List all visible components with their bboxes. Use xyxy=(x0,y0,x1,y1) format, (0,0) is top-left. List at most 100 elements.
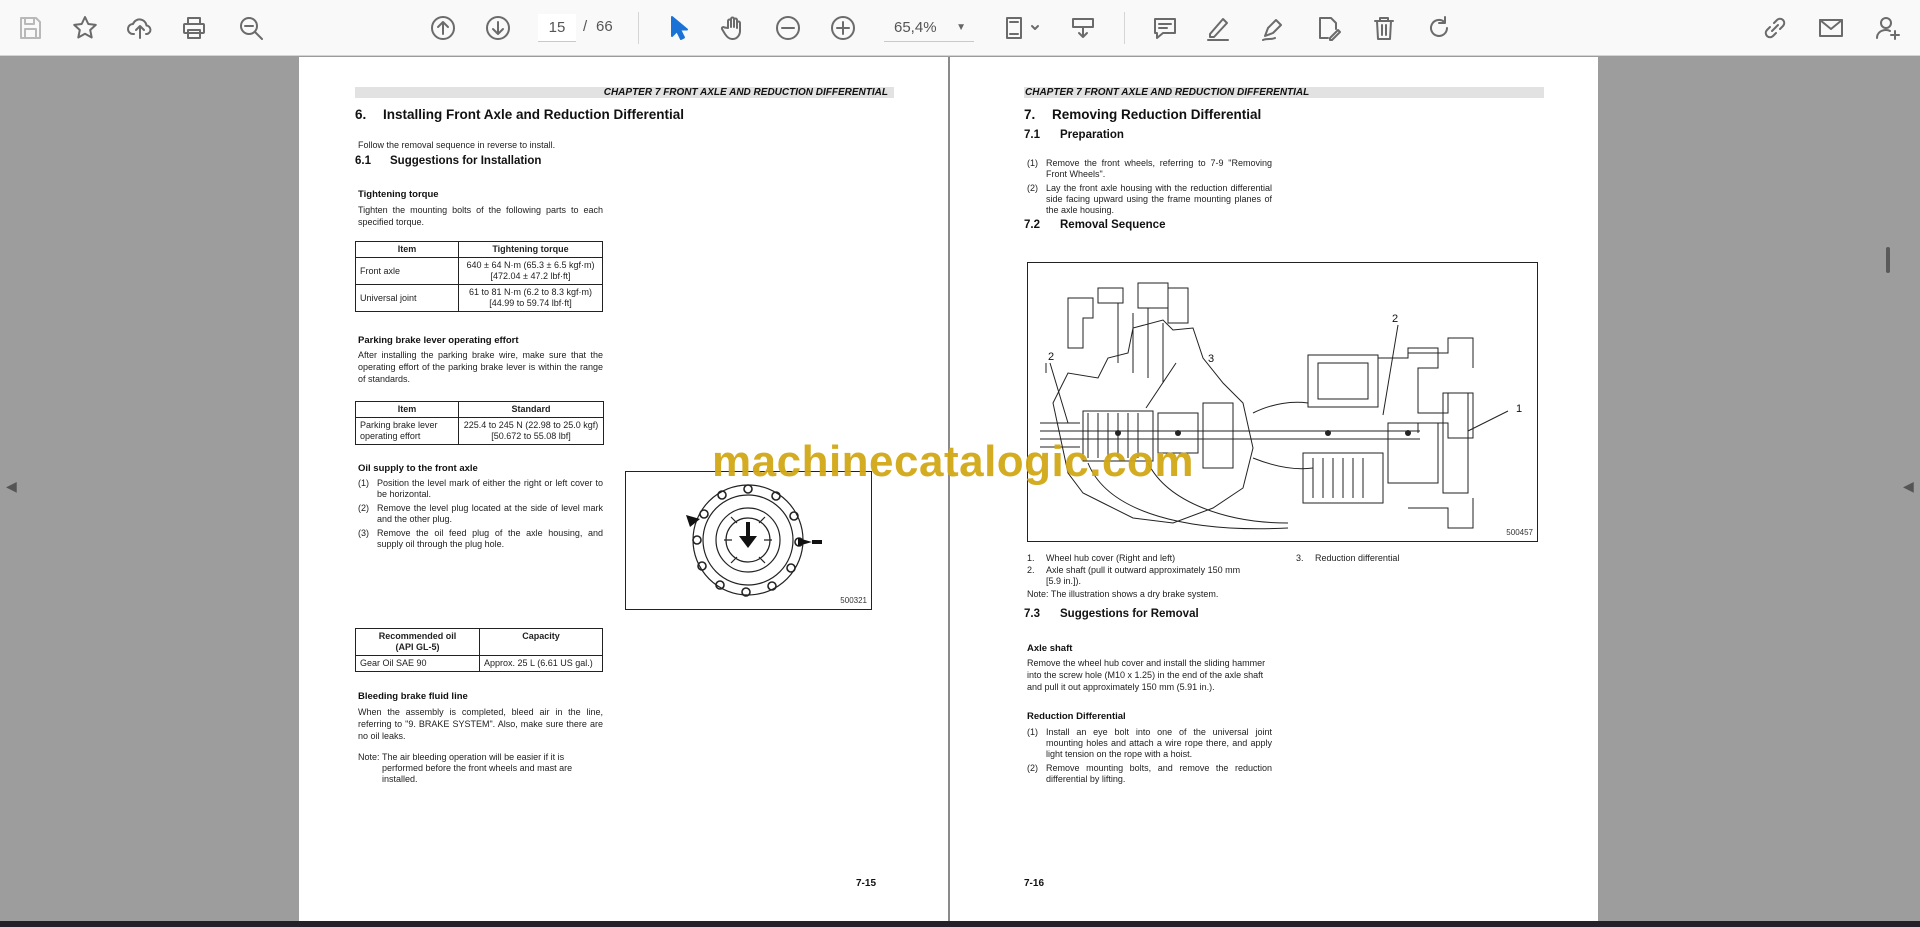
callout-label: 3 xyxy=(1208,353,1215,365)
table-row: Parking brake lever operating effort 225.… xyxy=(355,417,604,445)
bookmark-star-icon[interactable] xyxy=(67,10,103,46)
table-cell: 640 ± 64 N·m (65.3 ± 6.5 kgf·m) [472.04 ±… xyxy=(458,257,603,285)
bleed-heading: Bleeding brake fluid line xyxy=(358,691,468,702)
list-item: (2) Lay the front axle housing with the r… xyxy=(1027,183,1272,215)
hand-tool-icon[interactable] xyxy=(715,10,751,46)
table-header: Item xyxy=(355,401,459,418)
zoom-level-select[interactable]: 65,4% ▼ xyxy=(884,14,974,42)
page-total: 66 xyxy=(596,18,613,35)
zoom-in-icon[interactable] xyxy=(825,10,861,46)
list-item: (2) Remove the level plug located at the … xyxy=(358,503,603,524)
table-header: Capacity xyxy=(479,628,603,656)
table-cell: Approx. 25 L (6.61 US gal.) xyxy=(479,655,603,672)
differential-cross-section-figure: 2 3 2 1 500457 xyxy=(1027,262,1538,542)
watermark: machinecatalogic.com xyxy=(712,437,1194,486)
torque-text: Tighten the mounting bolts of the follow… xyxy=(358,205,603,227)
list-item: (2) Remove mounting bolts, and remove the… xyxy=(1027,763,1272,784)
subsection-heading: 7.2 Removal Sequence xyxy=(1024,219,1166,231)
vertical-scrollbar[interactable] xyxy=(1886,247,1890,273)
page-separator: / xyxy=(583,18,588,35)
list-item: (1) Install an eye bolt into one of the u… xyxy=(1027,727,1272,759)
axle-cover-drawing xyxy=(686,484,822,597)
viewer-toolbar: / 66 65,4% ▼ xyxy=(0,0,1920,56)
chevron-down-icon: ▼ xyxy=(956,22,966,33)
left-panel-arrow-icon[interactable]: ◀ xyxy=(6,478,17,495)
page-number: 7-15 xyxy=(856,878,877,889)
section-number: 6. xyxy=(355,107,367,122)
highlight-pen-icon[interactable] xyxy=(1200,10,1236,46)
axle-cover-figure: 500321 xyxy=(625,471,872,610)
zoom-search-icon[interactable] xyxy=(233,10,269,46)
table-header: Standard xyxy=(458,401,604,418)
print-icon[interactable] xyxy=(176,10,212,46)
list-item: (1) Position the level mark of either the… xyxy=(358,478,603,499)
table-row: Gear Oil SAE 90 Approx. 25 L (6.61 US ga… xyxy=(355,655,603,672)
share-link-icon[interactable] xyxy=(1757,10,1793,46)
comment-icon[interactable] xyxy=(1147,10,1183,46)
reduction-diff-heading: Reduction Differential xyxy=(1027,711,1126,722)
subsection-heading: 6.1 Suggestions for Installation xyxy=(355,155,541,167)
note: Note: The air bleeding operation will be … xyxy=(358,752,573,784)
list-item: (1) Remove the front wheels, referring to… xyxy=(1027,158,1272,179)
legend-item: 2. Axle shaft (pull it outward approximat… xyxy=(1027,565,1241,586)
table-row: Front axle 640 ± 64 N·m (65.3 ± 6.5 kgf·… xyxy=(355,257,603,285)
subsection-heading: 7.3 Suggestions for Removal xyxy=(1024,608,1199,620)
table-cell: 61 to 81 N·m (6.2 to 8.3 kgf·m) [44.99 to… xyxy=(458,284,603,312)
section-title: Removing Reduction Differential xyxy=(1052,107,1262,122)
axle-shaft-text: Remove the wheel hub cover and install t… xyxy=(1027,658,1266,692)
intro-text: Follow the removal sequence in reverse t… xyxy=(358,140,556,150)
section-number: 7. xyxy=(1024,107,1036,122)
figure-code: 500321 xyxy=(840,596,867,605)
subsection-number: 6.1 xyxy=(355,155,371,167)
callout-label: 1 xyxy=(1516,403,1523,415)
table-header: Item xyxy=(355,241,459,258)
chapter-header: CHAPTER 7 FRONT AXLE AND REDUCTION DIFFE… xyxy=(355,87,894,98)
table-header: Tightening torque xyxy=(458,241,603,258)
scroll-mode-icon[interactable] xyxy=(1065,10,1101,46)
status-strip xyxy=(0,921,1920,927)
bleed-text: When the assembly is completed, bleed ai… xyxy=(358,707,603,741)
torque-heading: Tightening torque xyxy=(358,189,439,200)
legend-item: 1. Wheel hub cover (Right and left) xyxy=(1027,553,1176,563)
subsection-heading: 7.1 Preparation xyxy=(1024,129,1124,141)
edit-pdf-icon[interactable] xyxy=(1310,10,1346,46)
legend-item: 3. Reduction differential xyxy=(1296,553,1400,563)
page-number: 7-16 xyxy=(1024,878,1045,889)
list-item: (3) Remove the oil feed plug of the axle … xyxy=(358,528,603,549)
section-title: Installing Front Axle and Reduction Diff… xyxy=(383,107,685,122)
upload-cloud-icon[interactable] xyxy=(122,10,158,46)
right-panel-arrow-icon[interactable]: ◀ xyxy=(1903,478,1914,495)
draw-sign-icon[interactable] xyxy=(1255,10,1291,46)
table-cell: Universal joint xyxy=(355,284,459,312)
brake-text: After installing the parking brake wire,… xyxy=(358,350,603,384)
fit-page-icon[interactable] xyxy=(997,10,1047,46)
email-icon[interactable] xyxy=(1813,10,1849,46)
differential-drawing xyxy=(1040,282,1509,530)
toolbar-divider xyxy=(1124,12,1125,44)
previous-page-icon[interactable] xyxy=(425,10,461,46)
rotate-icon[interactable] xyxy=(1421,10,1457,46)
subsection-title: Suggestions for Installation xyxy=(390,155,542,167)
zoom-out-icon[interactable] xyxy=(770,10,806,46)
next-page-icon[interactable] xyxy=(480,10,516,46)
section-heading: 7. Removing Reduction Differential xyxy=(1024,107,1261,122)
illustration-note: Note: The illustration shows a dry brake… xyxy=(1027,589,1219,599)
callout-label: 2 xyxy=(1048,351,1055,363)
toolbar-divider xyxy=(638,12,639,44)
figure-code: 500457 xyxy=(1506,528,1533,537)
table-cell: Parking brake lever operating effort xyxy=(355,417,459,445)
delete-trash-icon[interactable] xyxy=(1366,10,1402,46)
add-user-icon[interactable] xyxy=(1870,10,1906,46)
pdf-page-left: CHAPTER 7 FRONT AXLE AND REDUCTION DIFFE… xyxy=(299,57,948,921)
callout-label: 2 xyxy=(1392,313,1399,325)
save-icon[interactable] xyxy=(12,10,48,46)
section-heading: 6. Installing Front Axle and Reduction Di… xyxy=(355,107,684,122)
oil-supply-heading: Oil supply to the front axle xyxy=(358,463,478,474)
select-cursor-icon[interactable] xyxy=(660,10,696,46)
brake-heading: Parking brake lever operating effort xyxy=(358,335,519,346)
oil-capacity-table: Recommended oil (API GL-5) Capacity Gear … xyxy=(355,628,603,672)
axle-shaft-heading: Axle shaft xyxy=(1027,643,1073,654)
table-header: Recommended oil (API GL-5) xyxy=(355,628,480,656)
page-number-input[interactable] xyxy=(538,14,576,42)
torque-table: Item Tightening torque Front axle 640 ± … xyxy=(355,241,603,312)
